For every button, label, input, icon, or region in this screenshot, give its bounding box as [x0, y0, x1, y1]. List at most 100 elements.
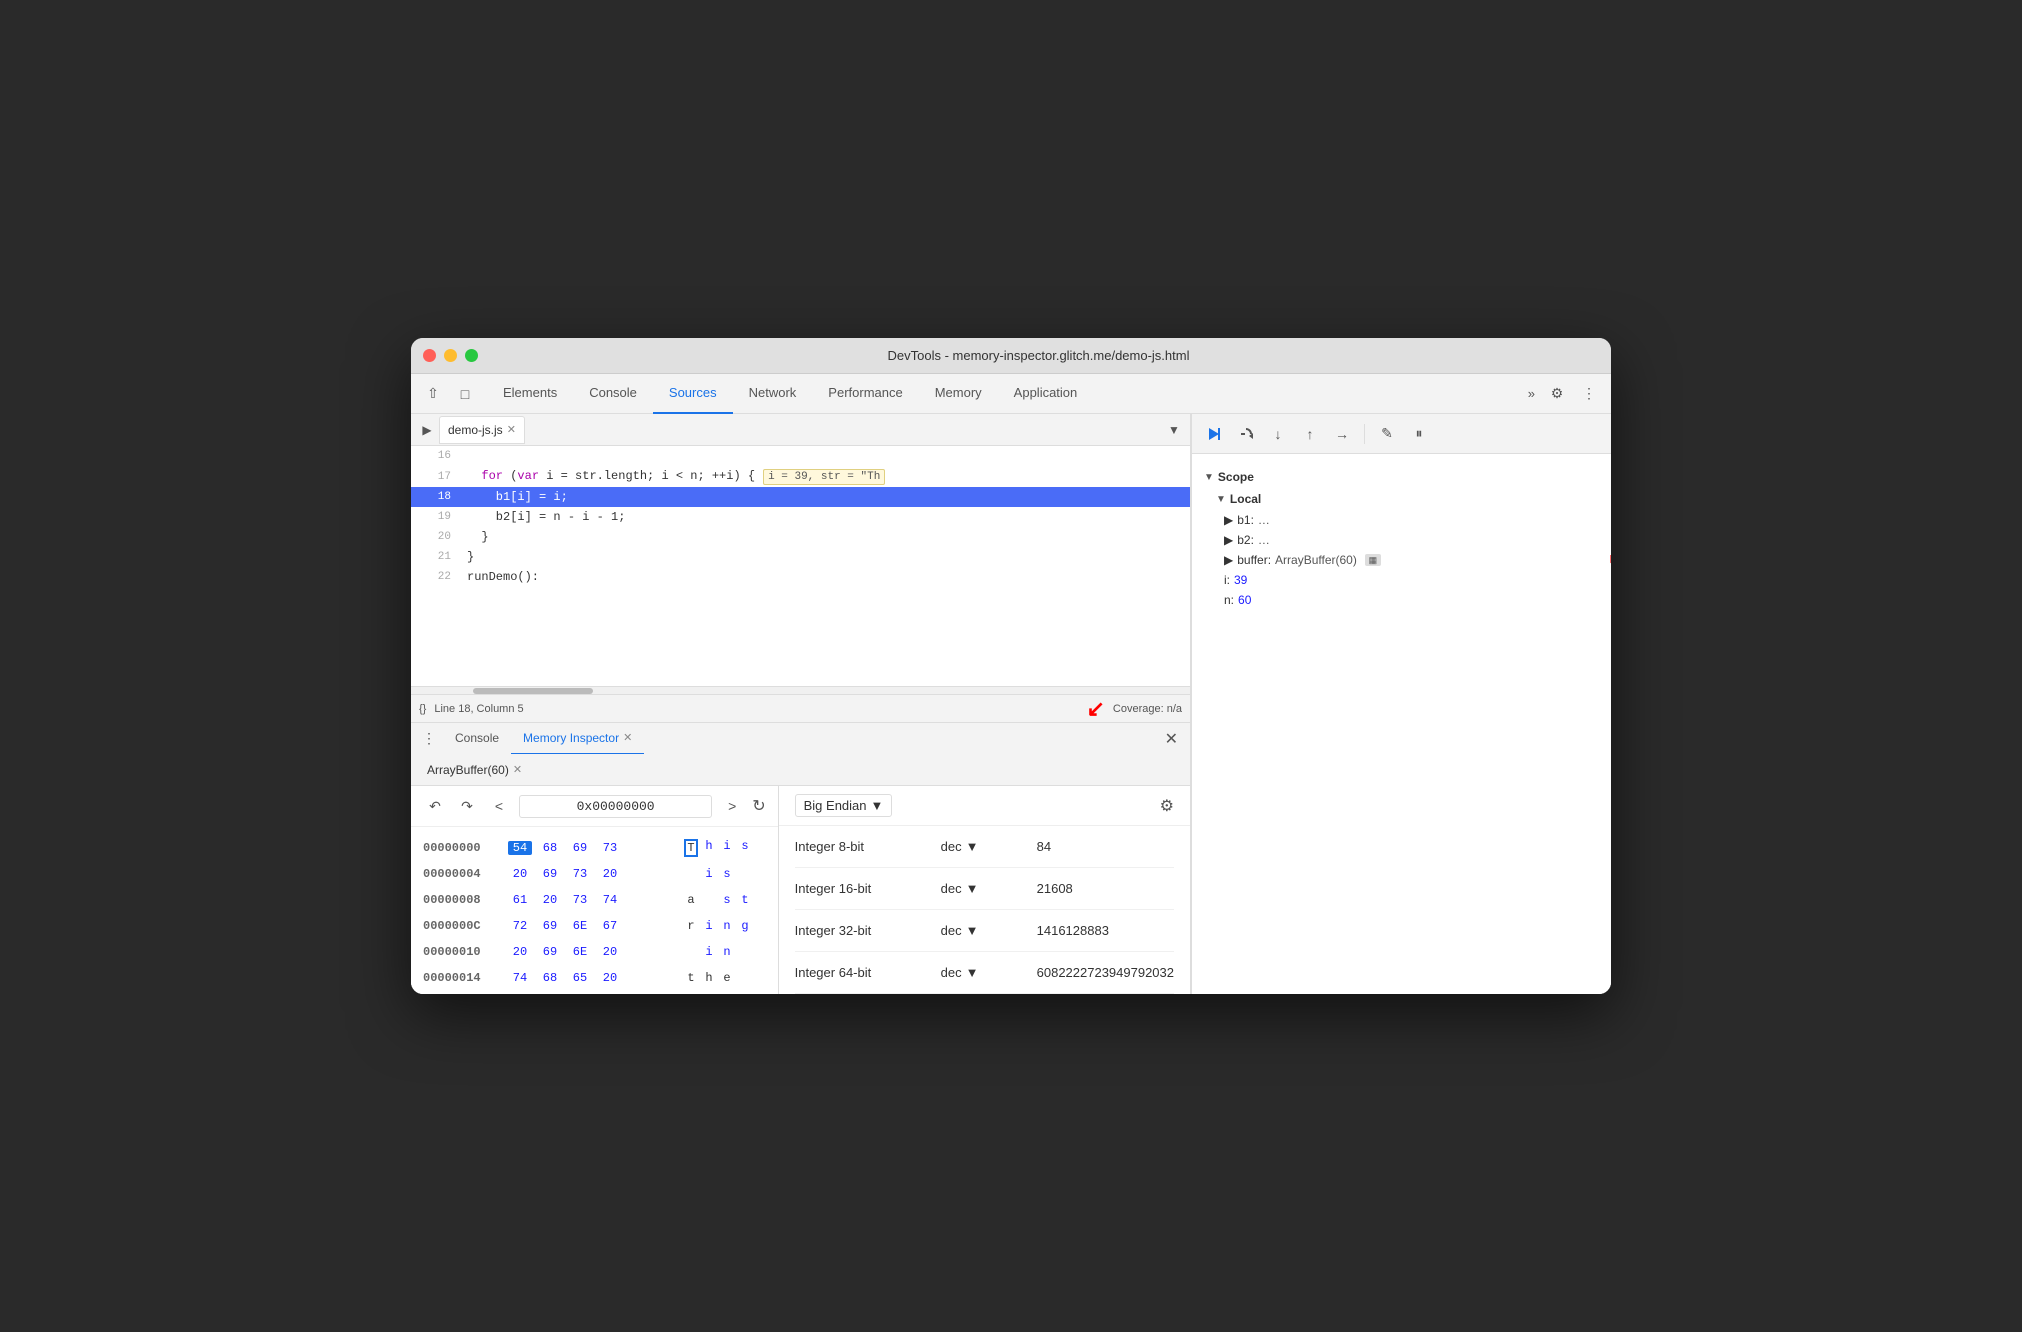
hex-byte-0-0[interactable]: 54 [508, 841, 532, 855]
bottom-tab-menu-icon[interactable]: ⋮ [419, 729, 439, 749]
tab-sources[interactable]: Sources [653, 374, 733, 414]
maximize-button[interactable] [465, 349, 478, 362]
format-button[interactable]: {} [419, 703, 426, 715]
hex-byte-2-3[interactable]: 74 [598, 893, 622, 907]
hex-char-4-0 [684, 945, 698, 959]
hex-refresh-button[interactable]: ↻ [752, 796, 765, 816]
format-int64[interactable]: dec ▼ [941, 965, 1021, 980]
endian-label: Big Endian [804, 798, 867, 813]
hex-chars-0: T h i s [684, 839, 752, 857]
hex-addr: 00000000 [423, 841, 508, 855]
step-button[interactable]: → [1328, 420, 1356, 448]
minimize-button[interactable] [444, 349, 457, 362]
scope-item-buffer: ▶ buffer: ArrayBuffer(60) ▦ ↙ [1204, 550, 1599, 570]
tab-network[interactable]: Network [733, 374, 813, 414]
tab-memory[interactable]: Memory [919, 374, 998, 414]
hex-byte-0-2[interactable]: 69 [568, 841, 592, 855]
hex-char-1-1: i [702, 867, 716, 881]
hex-byte-5-3[interactable]: 20 [598, 971, 622, 985]
step-over-button[interactable] [1232, 420, 1260, 448]
step-out-button[interactable]: ↑ [1296, 420, 1324, 448]
tab-console-bottom[interactable]: Console [443, 723, 511, 755]
step-into-button[interactable]: ↓ [1264, 420, 1292, 448]
hex-byte-4-3[interactable]: 20 [598, 945, 622, 959]
hex-byte-0-3[interactable]: 73 [598, 841, 622, 855]
hex-byte-4-0[interactable]: 20 [508, 945, 532, 959]
tab-elements[interactable]: Elements [487, 374, 573, 414]
file-tab-demo-js[interactable]: demo-js.js ✕ [439, 416, 525, 444]
hex-prev-button[interactable]: < [487, 794, 511, 818]
hex-byte-2-1[interactable]: 20 [538, 893, 562, 907]
memory-icon[interactable]: ▦ [1365, 554, 1381, 566]
pause-button[interactable]: ⏸ [1405, 420, 1433, 448]
hex-byte-2-2[interactable]: 73 [568, 893, 592, 907]
expand-buffer-icon[interactable]: ▶ [1224, 553, 1233, 567]
hex-byte-5-1[interactable]: 68 [538, 971, 562, 985]
bottom-panel-close-button[interactable]: ✕ [1161, 725, 1182, 753]
hex-byte-1-2[interactable]: 73 [568, 867, 592, 881]
memory-inspector-tab-close[interactable]: ✕ [623, 731, 632, 744]
hex-byte-3-3[interactable]: 67 [598, 919, 622, 933]
red-arrow-down: ↙ [1086, 696, 1104, 722]
hex-next-button[interactable]: > [720, 794, 744, 818]
value-int64: 6082222723949792032 [1037, 965, 1174, 980]
close-button[interactable] [423, 349, 436, 362]
endian-selector[interactable]: Big Endian ▼ [795, 794, 893, 817]
hex-char-3-3: g [738, 919, 752, 933]
expand-b2-icon[interactable]: ▶ [1224, 533, 1233, 547]
hex-byte-1-0[interactable]: 20 [508, 867, 532, 881]
type-int32: Integer 32-bit [795, 923, 925, 938]
hex-chars-2: a s t [684, 893, 752, 907]
hex-byte-4-2[interactable]: 6E [568, 945, 592, 959]
tab-console[interactable]: Console [573, 374, 653, 414]
tab-application[interactable]: Application [998, 374, 1094, 414]
expand-b1-icon[interactable]: ▶ [1224, 513, 1233, 527]
hex-byte-5-2[interactable]: 65 [568, 971, 592, 985]
hex-byte-0-1[interactable]: 68 [538, 841, 562, 855]
code-line-22: 22 runDemo(): [411, 567, 1190, 587]
more-options-icon[interactable]: ⋮ [1575, 380, 1603, 408]
hex-chars-1: i s [684, 867, 752, 881]
settings-icon[interactable]: ⚙ [1543, 380, 1571, 408]
hex-row-2: 00000008 61 20 73 74 a [423, 887, 766, 913]
format-int16[interactable]: dec ▼ [941, 881, 1021, 896]
inspect-icon[interactable]: □ [451, 380, 479, 408]
tab-performance[interactable]: Performance [812, 374, 918, 414]
hex-addr-5: 00000014 [423, 971, 508, 985]
hex-bytes-2: 61 20 73 74 [508, 893, 668, 907]
file-nav-icon[interactable]: ▶ [415, 418, 439, 442]
hex-char-3-2: n [720, 919, 734, 933]
hex-byte-3-0[interactable]: 72 [508, 919, 532, 933]
deactivate-button[interactable]: ✎ [1373, 420, 1401, 448]
hex-byte-3-1[interactable]: 69 [538, 919, 562, 933]
hex-address-input[interactable] [519, 795, 712, 818]
hex-byte-2-0[interactable]: 61 [508, 893, 532, 907]
hex-byte-4-1[interactable]: 69 [538, 945, 562, 959]
arraybuffer-tab[interactable]: ArrayBuffer(60) ✕ [419, 756, 530, 784]
value-row-int8: Integer 8-bit dec ▼ 84 [795, 826, 1174, 868]
hex-back-button[interactable]: ↶ [423, 794, 447, 818]
local-label: Local [1230, 492, 1261, 506]
cursor-icon[interactable]: ⇧ [419, 380, 447, 408]
hex-byte-1-3[interactable]: 20 [598, 867, 622, 881]
hex-forward-button[interactable]: ↷ [455, 794, 479, 818]
scope-header: ▼ Scope [1204, 466, 1599, 488]
hex-byte-1-1[interactable]: 69 [538, 867, 562, 881]
value-settings-icon[interactable]: ⚙ [1160, 796, 1174, 816]
resume-button[interactable] [1200, 420, 1228, 448]
format-int8[interactable]: dec ▼ [941, 839, 1021, 854]
more-tabs-button[interactable]: » [1520, 386, 1543, 401]
devtools-content: ⇧ □ Elements Console Sources Network Per… [411, 374, 1611, 994]
code-line-17: 17 for (var i = str.length; i < n; ++i) … [411, 466, 1190, 487]
local-triangle: ▼ [1216, 494, 1226, 505]
arraybuffer-close[interactable]: ✕ [513, 763, 522, 776]
tab-memory-inspector[interactable]: Memory Inspector ✕ [511, 723, 644, 755]
hex-byte-5-0[interactable]: 74 [508, 971, 532, 985]
hex-byte-3-2[interactable]: 6E [568, 919, 592, 933]
file-nav-prev[interactable]: ▼ [1162, 418, 1186, 442]
code-editor: 16 17 for (var i = str.length; i < n; ++… [411, 446, 1190, 686]
hex-char-0-1: h [702, 839, 716, 857]
format-int32[interactable]: dec ▼ [941, 923, 1021, 938]
code-scrollbar-h[interactable] [411, 686, 1190, 694]
file-tab-close[interactable]: ✕ [507, 423, 516, 436]
